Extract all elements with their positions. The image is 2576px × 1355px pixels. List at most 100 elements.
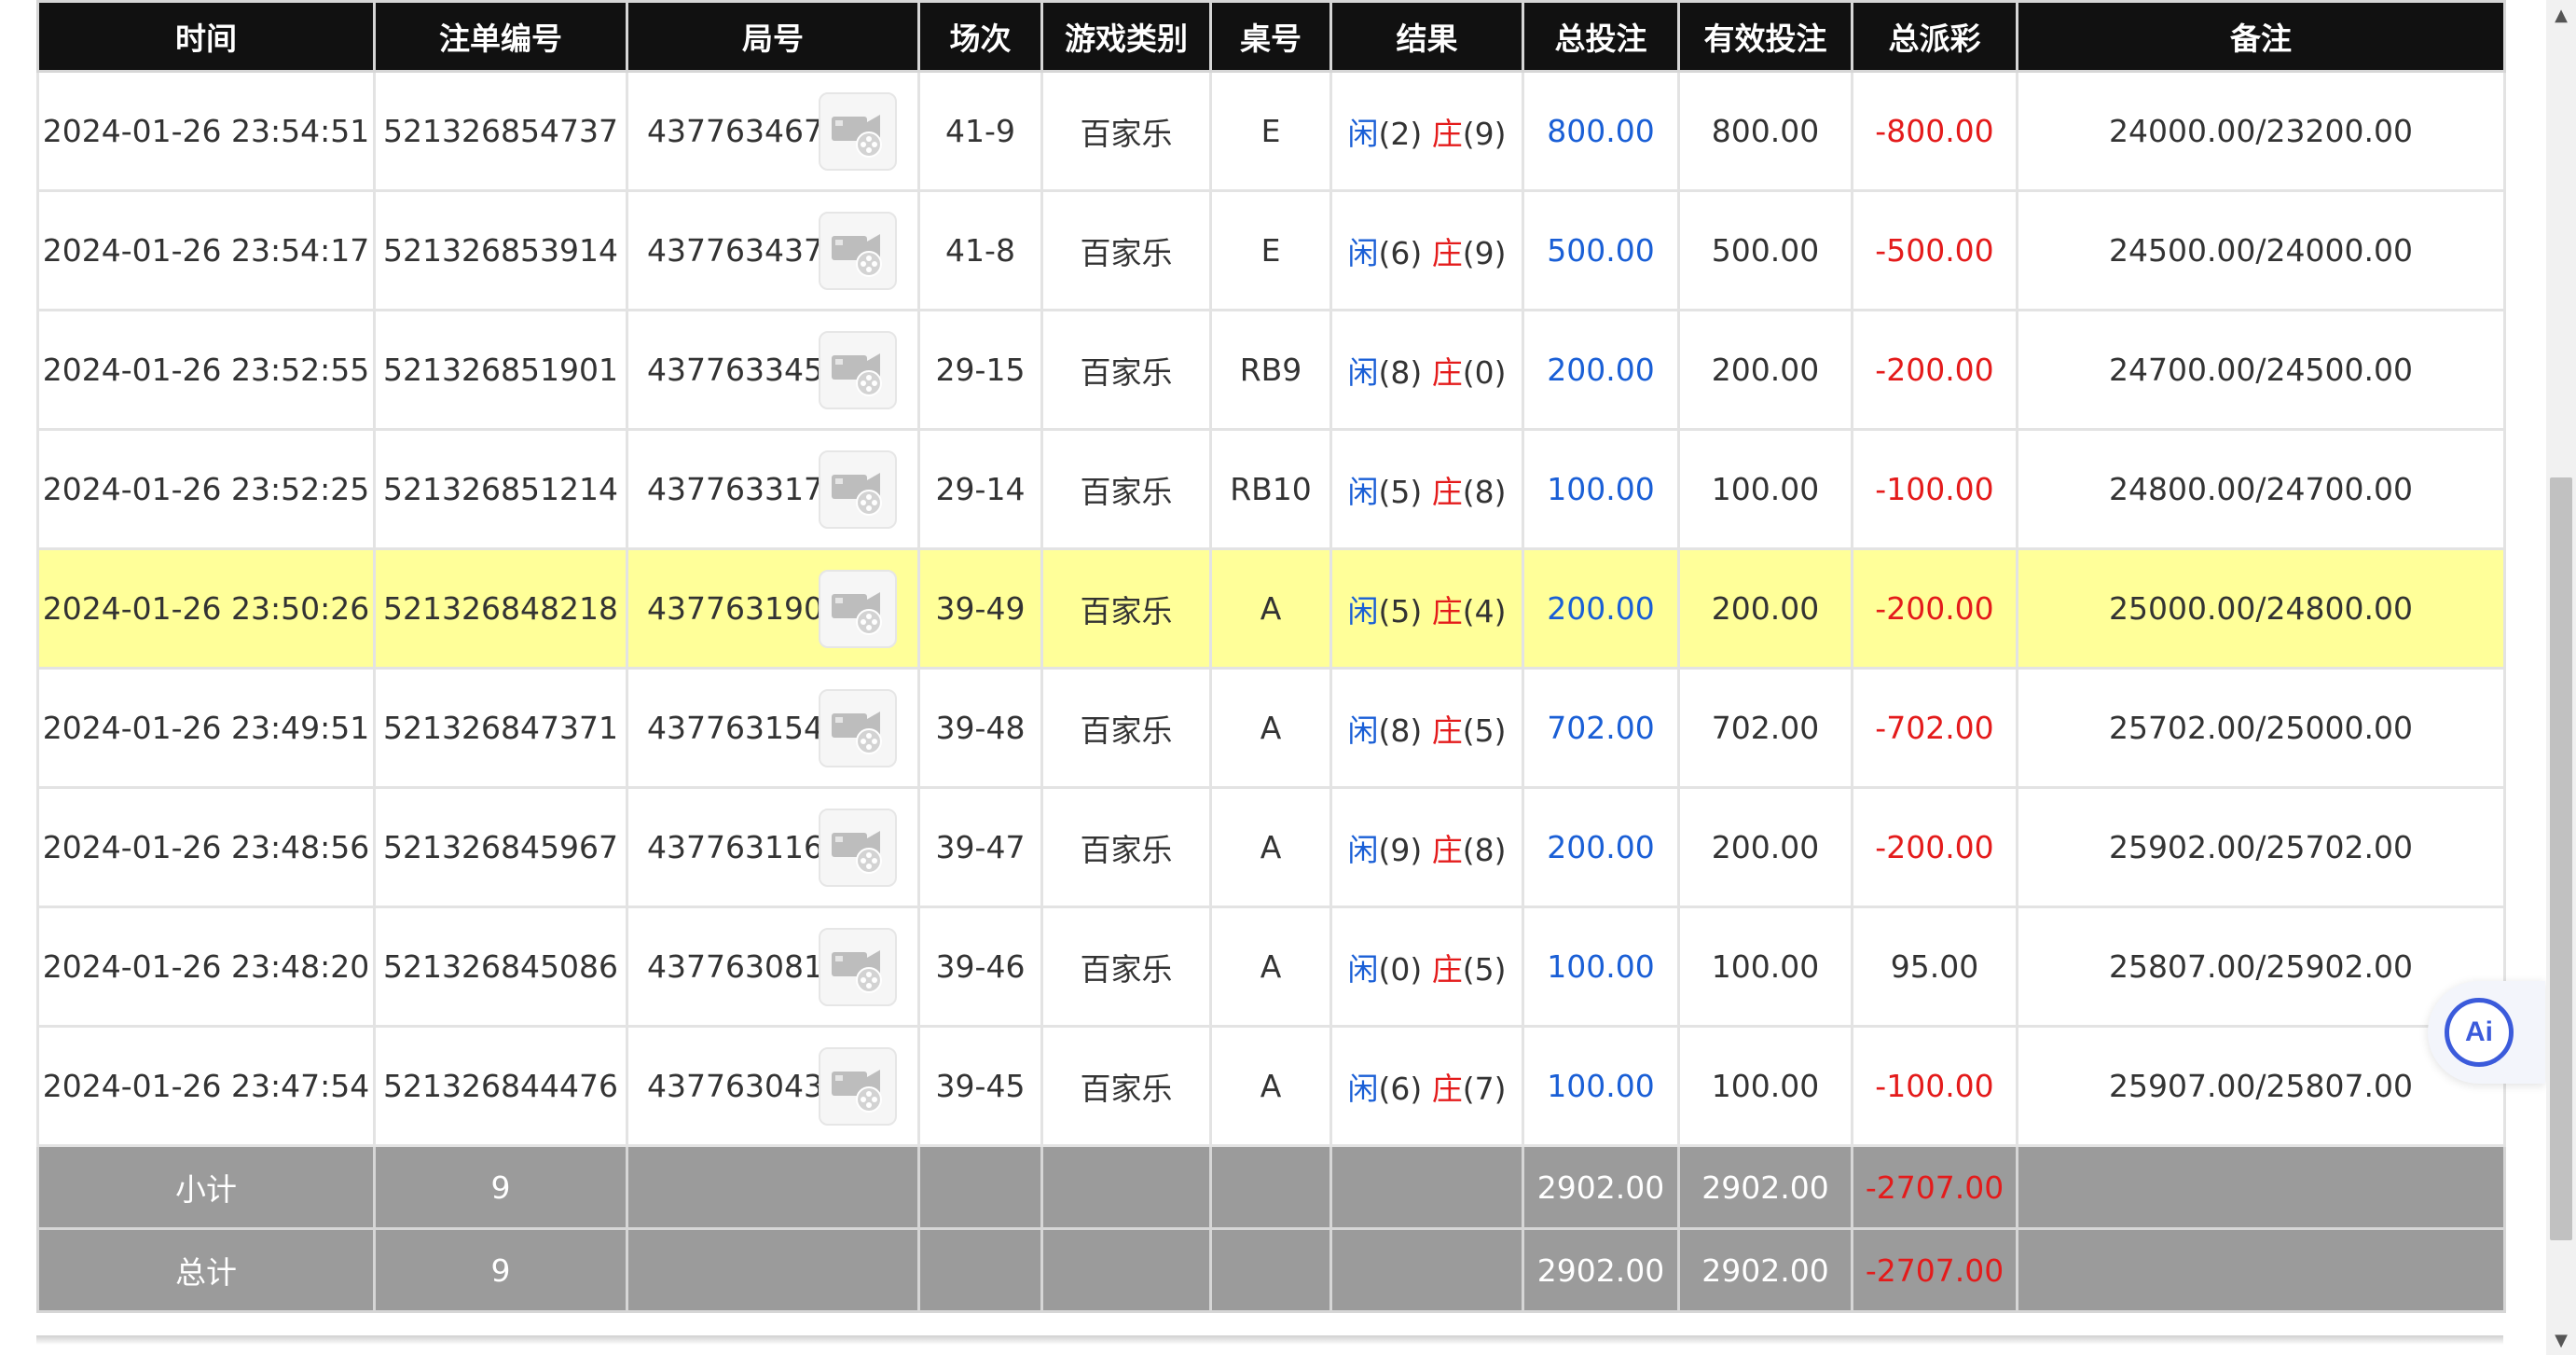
summary-row: 总计 9 2902.00 2902.00 -2707.00 <box>36 1227 2506 1313</box>
cell-table: E <box>1209 70 1332 192</box>
scroll-down-arrow-icon[interactable]: ▼ <box>2546 1325 2576 1355</box>
video-replay-icon[interactable] <box>819 91 897 171</box>
cell-session: 39-49 <box>917 547 1043 670</box>
result-banker-score: (5) <box>1462 712 1507 749</box>
cell-total-bet: 100.00 <box>1522 906 1680 1028</box>
cell-time: 2024-01-26 23:48:20 <box>36 906 376 1028</box>
result-banker-score: (8) <box>1462 831 1507 868</box>
cell-game: 百家乐 <box>1040 1025 1212 1147</box>
table-bottom-shadow <box>36 1335 2503 1345</box>
cell-game: 百家乐 <box>1040 906 1212 1028</box>
bet-records-table: 时间 注单编号 局号 场次 游戏类别 桌号 结果 总投注 有效投注 总派彩 备注… <box>36 0 2506 1313</box>
round-number: 437763317 <box>647 471 823 507</box>
cell-payout: -200.00 <box>1851 786 2018 908</box>
summary-empty-cell <box>1209 1227 1332 1313</box>
video-replay-icon[interactable] <box>819 211 897 290</box>
result-banker-score: (5) <box>1462 950 1507 988</box>
cell-payout: -100.00 <box>1851 1025 2018 1147</box>
cell-table: A <box>1209 547 1332 670</box>
result-banker-label: 庄 <box>1431 1070 1463 1107</box>
cell-payout: -100.00 <box>1851 428 2018 550</box>
cell-game: 百家乐 <box>1040 786 1212 908</box>
table-row: 2024-01-26 23:47:54 521326844476 437763043… <box>36 1025 2506 1147</box>
table-body: 2024-01-26 23:54:51 521326854737 437763467… <box>36 70 2506 1147</box>
cell-result: 闲(8) 庄(0) <box>1329 309 1524 431</box>
col-header-time: 时间 <box>36 0 376 73</box>
video-replay-icon[interactable] <box>819 1046 897 1126</box>
cell-game: 百家乐 <box>1040 428 1212 550</box>
result-player-label: 闲 <box>1347 950 1379 988</box>
cell-result: 闲(5) 庄(4) <box>1329 547 1524 670</box>
video-replay-icon[interactable] <box>819 569 897 648</box>
result-banker-label: 庄 <box>1431 831 1463 868</box>
cell-session: 29-14 <box>917 428 1043 550</box>
cell-bet-id: 521326847371 <box>373 667 628 789</box>
result-player-score: (8) <box>1378 712 1423 749</box>
cell-round: 437763317 <box>626 428 920 550</box>
col-header-game: 游戏类别 <box>1040 0 1212 73</box>
table-row: 2024-01-26 23:54:51 521326854737 437763467… <box>36 70 2506 192</box>
result-player-label: 闲 <box>1347 115 1379 152</box>
col-header-session: 场次 <box>917 0 1043 73</box>
summary-count: 9 <box>373 1227 628 1313</box>
scroll-up-arrow-icon[interactable]: ▲ <box>2546 0 2576 30</box>
col-header-round: 局号 <box>626 0 920 73</box>
cell-round: 437763043 <box>626 1025 920 1147</box>
cell-remark: 24500.00/24000.00 <box>2016 189 2506 311</box>
result-player-label: 闲 <box>1347 353 1379 391</box>
cell-valid-bet: 500.00 <box>1677 189 1853 311</box>
cell-round: 437763467 <box>626 70 920 192</box>
cell-table: RB9 <box>1209 309 1332 431</box>
cell-valid-bet: 100.00 <box>1677 1025 1853 1147</box>
cell-table: A <box>1209 906 1332 1028</box>
cell-table: E <box>1209 189 1332 311</box>
summary-empty-cell <box>1040 1227 1212 1313</box>
cell-result: 闲(5) 庄(8) <box>1329 428 1524 550</box>
cell-total-bet: 200.00 <box>1522 309 1680 431</box>
table-row: 2024-01-26 23:48:20 521326845086 437763081… <box>36 906 2506 1028</box>
result-player-score: (2) <box>1378 115 1423 152</box>
result-player-score: (0) <box>1378 950 1423 988</box>
cell-bet-id: 521326845086 <box>373 906 628 1028</box>
cell-bet-id: 521326854737 <box>373 70 628 192</box>
summary-empty-cell <box>917 1227 1043 1313</box>
cell-payout: -800.00 <box>1851 70 2018 192</box>
col-header-total-bet: 总投注 <box>1522 0 1680 73</box>
cell-result: 闲(9) 庄(8) <box>1329 786 1524 908</box>
page: 时间 注单编号 局号 场次 游戏类别 桌号 结果 总投注 有效投注 总派彩 备注… <box>0 0 2576 1355</box>
video-replay-icon[interactable] <box>819 449 897 529</box>
result-banker-score: (7) <box>1462 1070 1507 1107</box>
result-player-label: 闲 <box>1347 592 1379 629</box>
cell-table: RB10 <box>1209 428 1332 550</box>
scrollbar-thumb[interactable] <box>2550 477 2572 1240</box>
video-replay-icon[interactable] <box>819 927 897 1006</box>
table-row: 2024-01-26 23:52:55 521326851901 437763345… <box>36 309 2506 431</box>
video-replay-icon[interactable] <box>819 808 897 887</box>
cell-bet-id: 521326848218 <box>373 547 628 670</box>
cell-remark: 24700.00/24500.00 <box>2016 309 2506 431</box>
result-player-score: (5) <box>1378 592 1423 629</box>
col-header-remark: 备注 <box>2016 0 2506 73</box>
round-number: 437763116 <box>647 829 823 865</box>
summary-row: 小计 9 2902.00 2902.00 -2707.00 <box>36 1144 2506 1230</box>
cell-payout: -200.00 <box>1851 547 2018 670</box>
cell-time: 2024-01-26 23:49:51 <box>36 667 376 789</box>
cell-remark: 24000.00/23200.00 <box>2016 70 2506 192</box>
video-replay-icon[interactable] <box>819 330 897 409</box>
cell-session: 39-48 <box>917 667 1043 789</box>
vertical-scrollbar[interactable]: ▲ ▼ <box>2546 0 2576 1355</box>
result-banker-score: (9) <box>1462 115 1507 152</box>
cell-session: 29-15 <box>917 309 1043 431</box>
col-header-valid-bet: 有效投注 <box>1677 0 1853 73</box>
cell-result: 闲(2) 庄(9) <box>1329 70 1524 192</box>
cell-bet-id: 521326845967 <box>373 786 628 908</box>
table-summary: 小计 9 2902.00 2902.00 -2707.00 总计 9 2902.00 2902.… <box>36 1144 2506 1313</box>
cell-round: 437763154 <box>626 667 920 789</box>
ai-assistant-button[interactable]: Ai <box>2428 981 2545 1084</box>
cell-valid-bet: 200.00 <box>1677 309 1853 431</box>
cell-time: 2024-01-26 23:54:51 <box>36 70 376 192</box>
table-row: 2024-01-26 23:48:56 521326845967 437763116… <box>36 786 2506 908</box>
summary-empty-cell <box>1209 1144 1332 1230</box>
cell-time: 2024-01-26 23:52:25 <box>36 428 376 550</box>
video-replay-icon[interactable] <box>819 688 897 767</box>
